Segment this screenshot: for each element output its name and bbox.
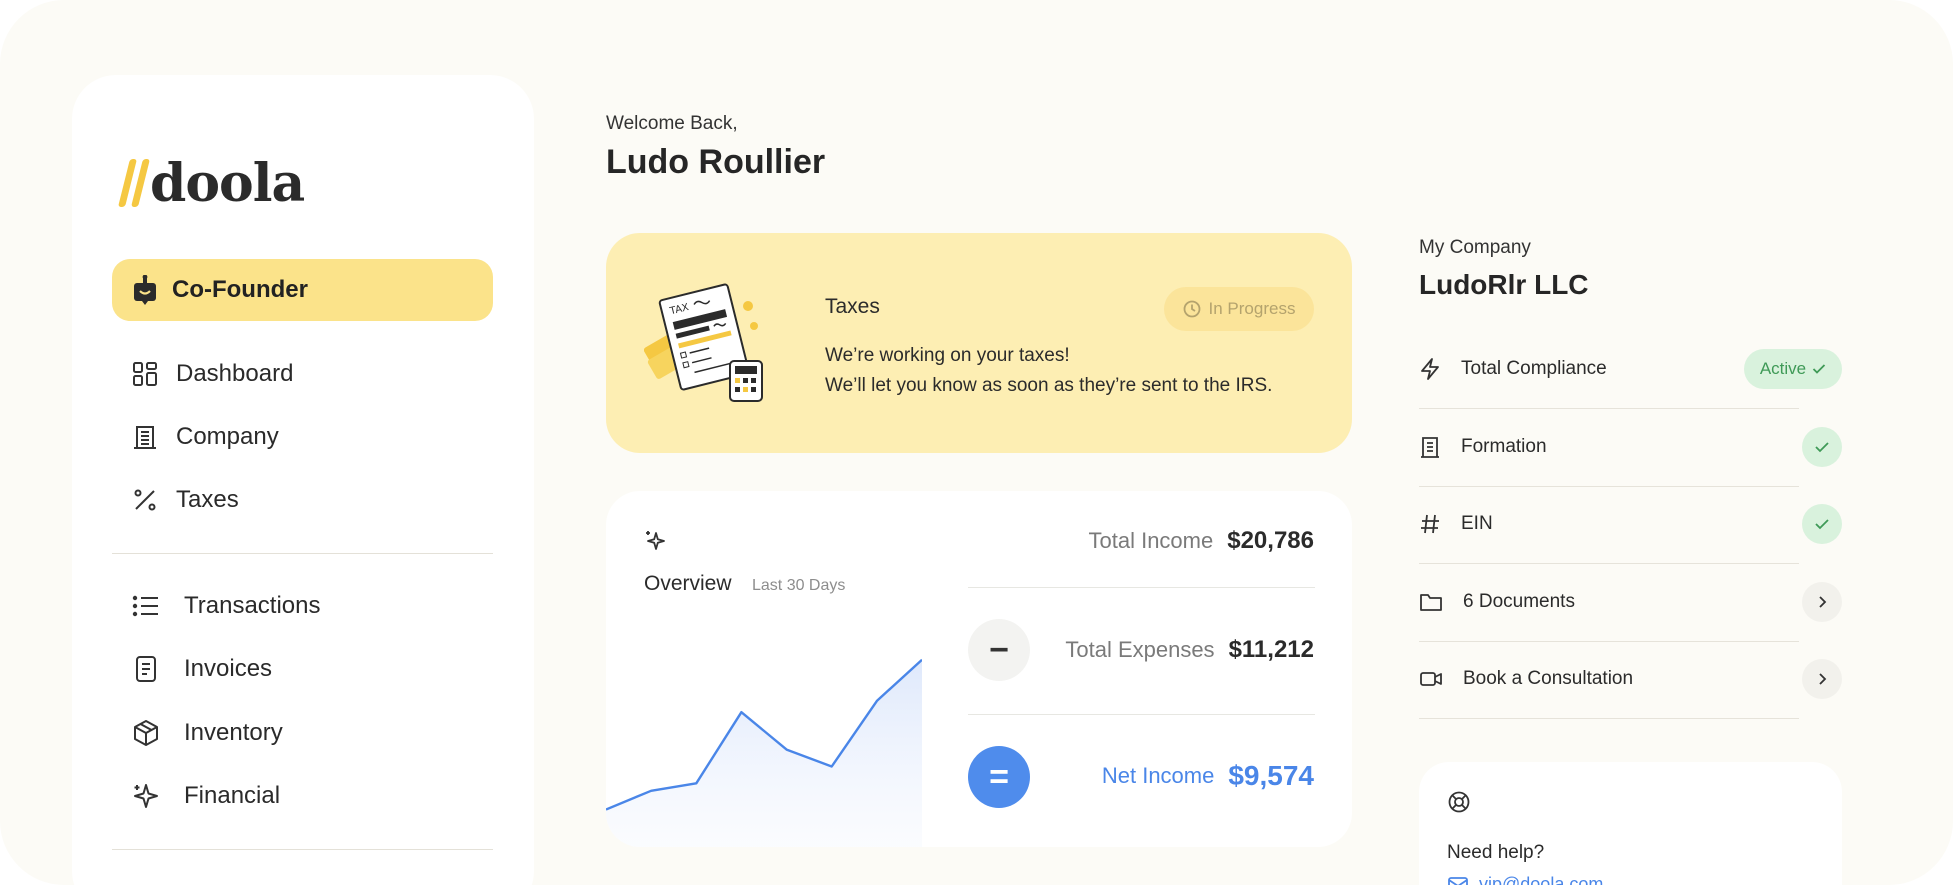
robot-icon: [132, 275, 158, 305]
overview-title: Overview: [644, 572, 732, 595]
cofounder-label: Co-Founder: [172, 276, 308, 303]
overview-period: Last 30 Days: [752, 577, 846, 594]
sidebar-divider: [112, 553, 493, 554]
taxes-card[interactable]: TAX Taxes In Progress We’re working on y…: [606, 233, 1352, 453]
list-icon: [132, 593, 160, 619]
sparkle-icon: [132, 782, 160, 810]
check-icon: [1802, 504, 1842, 544]
chart-area: [606, 659, 922, 847]
mail-icon: [1447, 876, 1469, 885]
check-icon: [1802, 427, 1842, 467]
active-badge: Active: [1744, 349, 1842, 389]
check-icon: [1812, 363, 1826, 375]
sidebar-item-label: Transactions: [184, 592, 321, 619]
document-icon: [132, 655, 160, 683]
sidebar: doola Co-Founder Dashboard Company Taxes: [72, 75, 534, 885]
status-badge: In Progress: [1164, 287, 1314, 331]
chevron-right-icon[interactable]: [1802, 659, 1842, 699]
total-expenses: Total Expenses $11,212: [1065, 636, 1314, 664]
welcome-text: Welcome Back,: [606, 113, 738, 134]
percent-icon: [132, 487, 158, 513]
company-row-ein[interactable]: EIN: [1419, 486, 1842, 562]
company-row-label: Formation: [1461, 436, 1547, 457]
tax-form-illustration: TAX: [643, 281, 770, 412]
bolt-icon: [1419, 357, 1441, 381]
grid-icon: [132, 361, 158, 387]
folder-icon: [1419, 591, 1443, 613]
sidebar-item-company[interactable]: Company: [132, 417, 279, 457]
taxes-message-line: We’ll let you know as soon as they’re se…: [825, 375, 1273, 396]
lifebuoy-icon: [1447, 790, 1471, 814]
box-icon: [132, 719, 160, 747]
taxes-message-line: We’re working on your taxes!: [825, 345, 1070, 366]
total-expenses-label: Total Expenses: [1065, 637, 1215, 662]
company-row-formation[interactable]: Formation: [1419, 409, 1842, 485]
chevron-right-icon[interactable]: [1802, 582, 1842, 622]
help-email-link[interactable]: vip@doola.com: [1447, 874, 1603, 885]
video-icon: [1419, 668, 1443, 690]
logo-mark: [118, 159, 150, 207]
taxes-message: We’re working on your taxes! We’ll let y…: [825, 341, 1272, 401]
row-divider: [1419, 718, 1799, 719]
sidebar-item-label: Invoices: [184, 655, 273, 682]
company-row-documents[interactable]: 6 Documents: [1419, 564, 1842, 640]
building-icon: [1419, 435, 1441, 459]
sidebar-item-dashboard[interactable]: Dashboard: [132, 354, 293, 394]
company-row-label: 6 Documents: [1463, 591, 1575, 612]
sidebar-item-invoices[interactable]: Invoices: [132, 649, 272, 689]
sidebar-item-label: Dashboard: [176, 360, 294, 387]
active-text: Active: [1759, 359, 1807, 378]
equals-icon: =: [968, 746, 1030, 808]
total-income-label: Total Income: [1088, 528, 1214, 553]
overview-card: Overview Last 30 Days Total Income $20,7…: [606, 491, 1352, 847]
company-row-label: Book a Consultation: [1463, 668, 1634, 689]
sidebar-item-label: Inventory: [184, 719, 283, 746]
company-row-total-compliance[interactable]: Total Compliance Active: [1419, 331, 1842, 407]
taxes-title: Taxes: [825, 295, 880, 318]
overview-chart: [606, 658, 922, 847]
building-icon: [132, 424, 158, 450]
sidebar-item-label: Financial: [184, 782, 281, 809]
sidebar-item-taxes[interactable]: Taxes: [132, 480, 239, 520]
net-income-value: $9,574: [1228, 760, 1314, 791]
company-name: LudoRlr LLC: [1419, 269, 1589, 300]
app-frame: doola Co-Founder Dashboard Company Taxes: [0, 0, 1953, 885]
company-row-label: EIN: [1461, 513, 1493, 534]
minus-icon: −: [968, 619, 1030, 681]
company-row-label: Total Compliance: [1461, 358, 1607, 379]
sidebar-item-transactions[interactable]: Transactions: [132, 586, 321, 626]
company-row-consultation[interactable]: Book a Consultation: [1419, 641, 1842, 717]
stat-divider: [968, 587, 1315, 588]
net-income: Net Income $9,574: [1102, 760, 1314, 792]
user-name: Ludo Roullier: [606, 143, 826, 181]
my-company-heading: My Company: [1419, 237, 1531, 258]
hash-icon: [1419, 512, 1441, 536]
total-income: Total Income $20,786: [1089, 527, 1315, 555]
total-expenses-value: $11,212: [1228, 636, 1314, 663]
cofounder-button[interactable]: Co-Founder: [112, 259, 493, 321]
help-title: Need help?: [1447, 842, 1545, 863]
sidebar-item-financial[interactable]: Financial: [132, 776, 280, 816]
help-email-text: vip@doola.com: [1479, 874, 1604, 885]
sidebar-item-label: Company: [176, 423, 279, 450]
total-income-value: $20,786: [1227, 527, 1314, 554]
help-card: Need help? vip@doola.com: [1419, 762, 1842, 885]
net-income-label: Net Income: [1101, 763, 1215, 788]
status-text: In Progress: [1208, 299, 1296, 318]
sidebar-divider: [112, 849, 493, 850]
sparkles-icon: [644, 529, 668, 553]
clock-icon: [1183, 300, 1201, 318]
logo-text: doola: [150, 152, 305, 214]
sidebar-item-label: Taxes: [176, 486, 239, 513]
stat-divider: [968, 714, 1315, 715]
sidebar-item-inventory[interactable]: Inventory: [132, 713, 283, 753]
doola-logo[interactable]: doola: [118, 152, 305, 214]
